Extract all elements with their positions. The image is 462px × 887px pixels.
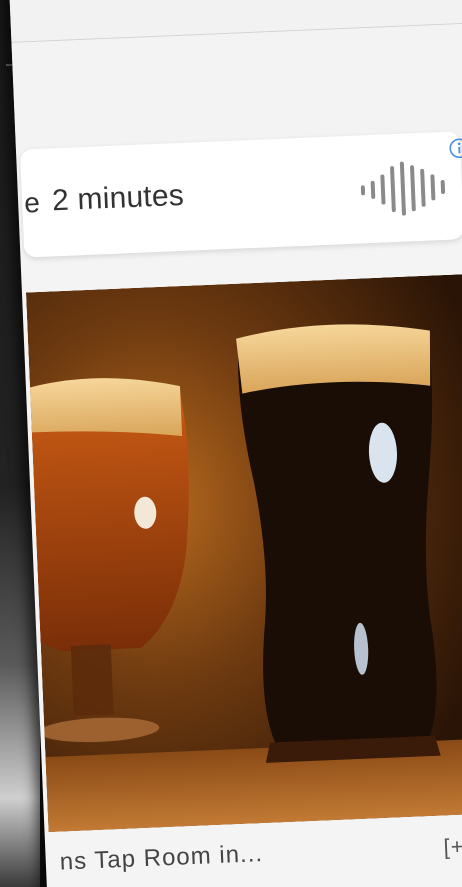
phone-screen: e 2 minutes ns Tap Room in... [+]	[8, 0, 462, 887]
beer-glasses-image	[25, 272, 462, 833]
photo-caption: ns Tap Room in...	[59, 840, 264, 876]
expand-caption-button[interactable]: [+]	[443, 833, 462, 860]
audio-label-fragment: e	[23, 186, 41, 219]
waveform-icon[interactable]	[356, 158, 450, 220]
screen: e 2 minutes ns Tap Room in... [+]	[0, 0, 462, 887]
audio-duration: 2 minutes	[51, 178, 185, 218]
info-icon[interactable]	[448, 137, 462, 160]
audio-player-card[interactable]: e 2 minutes	[19, 131, 462, 258]
article-photo[interactable]	[25, 272, 462, 833]
